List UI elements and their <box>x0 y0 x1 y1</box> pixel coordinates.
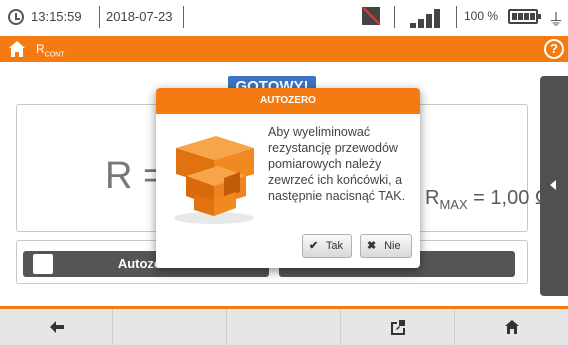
arrow-left-icon <box>50 321 64 333</box>
back-button[interactable] <box>0 309 113 345</box>
x-icon: ✖ <box>367 240 377 252</box>
divider <box>99 6 100 28</box>
yes-button[interactable]: ✔ Tak <box>302 234 352 258</box>
clock-icon <box>8 9 24 25</box>
home-icon[interactable] <box>8 40 26 58</box>
signal-icon <box>410 6 446 28</box>
divider <box>394 6 395 28</box>
page-title: RCONT <box>36 42 65 59</box>
no-connection-icon <box>362 7 380 25</box>
save-icon <box>391 320 405 335</box>
toolbar-empty-slot <box>114 309 227 345</box>
test-probes-illustration <box>174 136 254 224</box>
autozero-dialog: AUTOZERO Aby wyeliminować rezystancję pr… <box>156 88 420 268</box>
title-bar: RCONT ? <box>0 36 568 62</box>
divider <box>456 6 457 28</box>
autozero-checkbox[interactable] <box>33 254 53 274</box>
dialog-message: Aby wyeliminować rezystancję przewodów p… <box>268 125 406 203</box>
status-bar: 13:15:59 2018-07-23 100 % ⏚ <box>0 0 568 34</box>
battery-percent: 100 % <box>464 9 499 23</box>
save-button[interactable] <box>342 309 455 345</box>
checkmark-icon: ✔ <box>309 240 319 252</box>
chevron-left-icon <box>550 180 556 190</box>
divider <box>183 6 184 28</box>
side-panel-toggle[interactable] <box>540 76 568 296</box>
date: 2018-07-23 <box>106 9 173 24</box>
toolbar-empty-slot <box>228 309 341 345</box>
battery-icon <box>508 9 541 24</box>
home-button[interactable] <box>456 309 568 345</box>
dialog-title: AUTOZERO <box>156 88 420 114</box>
rmax-readout: RMAX = 1,00 Ω <box>425 187 550 212</box>
home-icon <box>505 320 519 334</box>
help-icon[interactable]: ? <box>544 39 564 59</box>
no-button[interactable]: ✖ Nie <box>360 234 412 258</box>
clock-time: 13:15:59 <box>31 9 82 24</box>
bottom-toolbar <box>0 306 568 345</box>
power-plug-icon: ⏚ <box>548 12 565 29</box>
